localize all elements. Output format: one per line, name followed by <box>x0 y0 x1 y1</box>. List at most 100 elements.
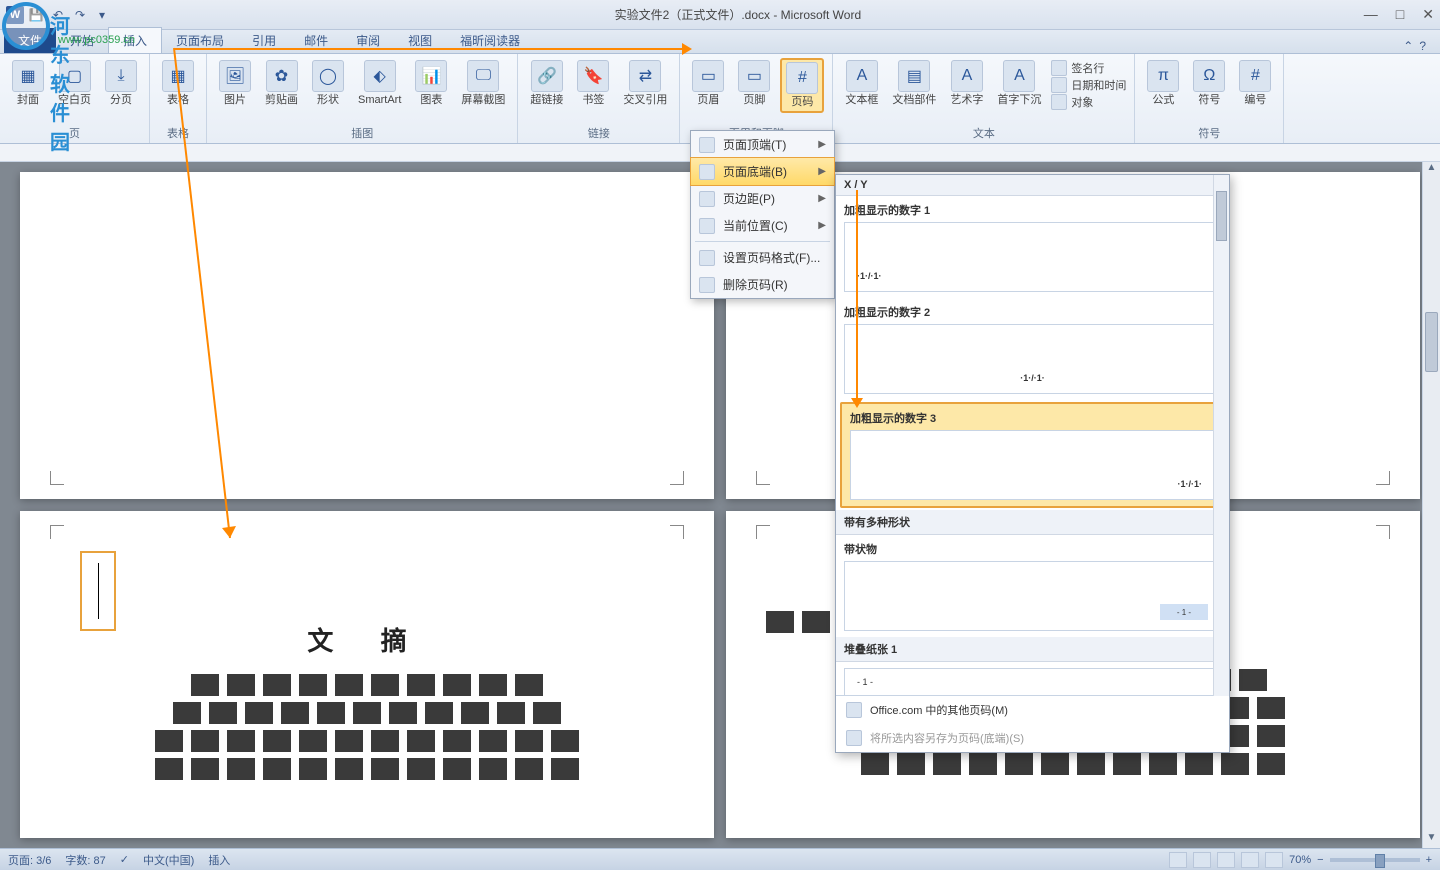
window-minimize[interactable]: — <box>1364 6 1378 23</box>
gallery-item-bold3[interactable]: 加粗显示的数字 3 ·1·/·1· <box>840 402 1225 508</box>
signature-line-button[interactable]: 签名行 <box>1051 60 1126 76</box>
chart-button[interactable]: 📊图表 <box>411 58 451 109</box>
screenshot-button[interactable]: 🖵屏幕截图 <box>457 58 509 109</box>
scroll-thumb[interactable] <box>1425 312 1438 372</box>
ribbon-minimize-icon[interactable]: ⌃ <box>1403 39 1413 53</box>
equation-button[interactable]: π公式 <box>1143 58 1183 109</box>
tab-insert[interactable]: 插入 <box>108 27 162 53</box>
menu-page-bottom[interactable]: 页面底端(B)▶ <box>690 157 835 186</box>
object-icon <box>1051 94 1067 110</box>
document-page-1[interactable] <box>20 172 714 499</box>
page-top-icon <box>699 137 715 153</box>
status-proof-icon[interactable]: ✓ <box>120 853 129 866</box>
blank-page-button[interactable]: ▢空白页 <box>54 58 95 109</box>
shapes-button[interactable]: ◯形状 <box>308 58 348 109</box>
ribbon-group-links: 🔗超链接 🔖书签 ⇄交叉引用 链接 <box>518 54 680 143</box>
signature-icon <box>1051 60 1067 76</box>
smartart-button[interactable]: ⬖SmartArt <box>354 58 405 109</box>
textbox-button[interactable]: A文本框 <box>841 58 882 109</box>
zoom-slider[interactable] <box>1330 858 1420 862</box>
status-language[interactable]: 中文(中国) <box>143 852 194 868</box>
tab-review[interactable]: 审阅 <box>342 28 394 53</box>
picture-icon: 🖼 <box>219 60 251 92</box>
page-number-button[interactable]: #页码 <box>780 58 824 113</box>
window-close[interactable]: ✕ <box>1422 6 1434 23</box>
group-label: 符号 <box>1143 123 1275 143</box>
scroll-down-icon[interactable]: ▼ <box>1423 832 1440 848</box>
menu-page-top[interactable]: 页面顶端(T)▶ <box>691 131 834 158</box>
vertical-scrollbar[interactable]: ▲ ▼ <box>1422 162 1440 848</box>
status-zoom-value[interactable]: 70% <box>1289 854 1311 866</box>
window-title: 实验文件2（正式文件）.docx - Microsoft Word <box>112 6 1364 23</box>
bookmark-button[interactable]: 🔖书签 <box>573 58 613 109</box>
status-page[interactable]: 页面: 3/6 <box>8 852 51 868</box>
clipart-button[interactable]: ✿剪贴画 <box>261 58 302 109</box>
cover-page-button[interactable]: ▦封面 <box>8 58 48 109</box>
status-words[interactable]: 字数: 87 <box>65 852 105 868</box>
page-number-menu: 页面顶端(T)▶ 页面底端(B)▶ 页边距(P)▶ 当前位置(C)▶ 设置页码格… <box>690 130 835 299</box>
menu-page-margin[interactable]: 页边距(P)▶ <box>691 185 834 212</box>
clipart-icon: ✿ <box>266 60 298 92</box>
tab-view[interactable]: 视图 <box>394 28 446 53</box>
group-label: 页 <box>8 123 141 143</box>
view-draft[interactable] <box>1265 852 1283 868</box>
datetime-button[interactable]: 日期和时间 <box>1051 77 1126 93</box>
page-break-icon: ⤓ <box>105 60 137 92</box>
object-button[interactable]: 对象 <box>1051 94 1126 110</box>
qat-save[interactable]: 💾 <box>26 5 46 25</box>
zoom-in[interactable]: + <box>1426 854 1432 866</box>
view-fullscreen[interactable] <box>1193 852 1211 868</box>
gallery-item-stack1[interactable]: - 1 - <box>836 662 1229 695</box>
crossref-button[interactable]: ⇄交叉引用 <box>619 58 671 109</box>
gallery-item-ribbon[interactable]: 带状物 - 1 - <box>836 535 1229 637</box>
group-label: 插图 <box>215 123 509 143</box>
gallery-item-bold2[interactable]: 加粗显示的数字 2 ·1·/·1· <box>836 298 1229 400</box>
scroll-up-icon[interactable]: ▲ <box>1423 162 1440 178</box>
page-bottom-icon <box>699 164 715 180</box>
quickparts-icon: ▤ <box>898 60 930 92</box>
symbol-button[interactable]: Ω符号 <box>1189 58 1229 109</box>
gallery-office-more[interactable]: Office.com 中的其他页码(M) <box>836 696 1229 724</box>
chart-icon: 📊 <box>415 60 447 92</box>
wordart-button[interactable]: A艺术字 <box>946 58 987 109</box>
menu-format-pagenum[interactable]: 设置页码格式(F)... <box>691 244 834 271</box>
quickparts-button[interactable]: ▤文档部件 <box>888 58 940 109</box>
window-maximize[interactable]: □ <box>1396 6 1404 23</box>
status-mode[interactable]: 插入 <box>208 852 230 868</box>
document-page-3[interactable]: 文 摘 <box>20 511 714 838</box>
current-pos-icon <box>699 218 715 234</box>
page-break-button[interactable]: ⤓分页 <box>101 58 141 109</box>
number-button[interactable]: #编号 <box>1235 58 1275 109</box>
dropcap-button[interactable]: A首字下沉 <box>993 58 1045 109</box>
help-icon[interactable]: ? <box>1419 39 1426 53</box>
word-icon: W <box>6 6 24 24</box>
tab-file[interactable]: 文件 <box>4 28 56 53</box>
gallery-header-xy: X / Y <box>836 175 1229 196</box>
qat-customize[interactable]: ▾ <box>92 5 112 25</box>
view-outline[interactable] <box>1241 852 1259 868</box>
tab-home[interactable]: 开始 <box>56 28 108 53</box>
tab-references[interactable]: 引用 <box>238 28 290 53</box>
header-button[interactable]: ▭页眉 <box>688 58 728 109</box>
save-sel-icon <box>846 730 862 746</box>
qat-redo[interactable]: ↷ <box>70 5 90 25</box>
gallery-item-bold1[interactable]: 加粗显示的数字 1 ·1·/·1· <box>836 196 1229 298</box>
gallery-scrollbar[interactable] <box>1213 175 1229 696</box>
symbol-icon: Ω <box>1193 60 1225 92</box>
footer-button[interactable]: ▭页脚 <box>734 58 774 109</box>
tab-mailings[interactable]: 邮件 <box>290 28 342 53</box>
tab-foxit[interactable]: 福昕阅读器 <box>446 28 534 53</box>
page-number-icon: # <box>786 62 818 94</box>
tab-pagelayout[interactable]: 页面布局 <box>162 28 238 53</box>
zoom-out[interactable]: − <box>1317 854 1323 866</box>
view-web[interactable] <box>1217 852 1235 868</box>
menu-remove-pagenum[interactable]: 删除页码(R) <box>691 271 834 298</box>
ribbon-group-symbols: π公式 Ω符号 #编号 符号 <box>1135 54 1284 143</box>
view-print-layout[interactable] <box>1169 852 1187 868</box>
hyperlink-button[interactable]: 🔗超链接 <box>526 58 567 109</box>
qat-undo[interactable]: ↶ <box>48 5 68 25</box>
bookmark-icon: 🔖 <box>577 60 609 92</box>
menu-current-pos[interactable]: 当前位置(C)▶ <box>691 212 834 239</box>
table-button[interactable]: ▦表格 <box>158 58 198 109</box>
picture-button[interactable]: 🖼图片 <box>215 58 255 109</box>
